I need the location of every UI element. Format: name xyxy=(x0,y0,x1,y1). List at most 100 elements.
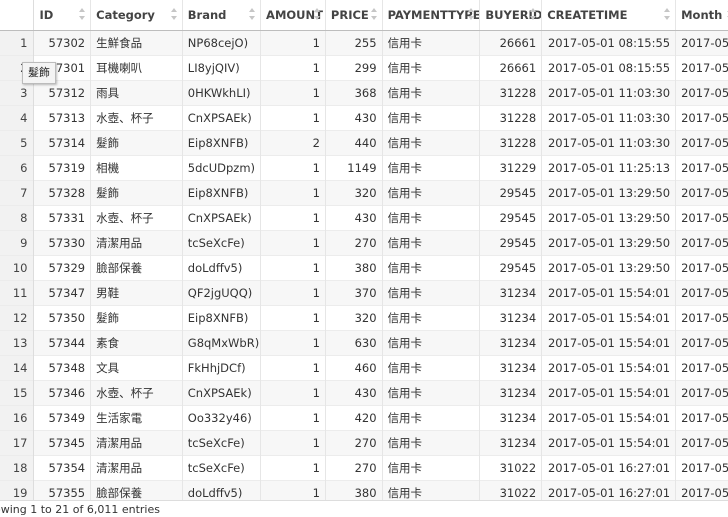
table-row[interactable]: 12 57350 髮飾 Eip8XNFB) 1 320 信用卡 31234 2017-05-01… xyxy=(0,305,728,331)
cell-brand[interactable]: CnXPSAEk) xyxy=(182,205,262,231)
cell-paymenttype[interactable]: 信用卡 xyxy=(382,255,481,281)
cell-month[interactable]: 2017-05 xyxy=(675,30,728,56)
cell-amount[interactable]: 1 xyxy=(260,305,326,331)
cell-amount[interactable]: 1 xyxy=(260,205,326,231)
cell-price[interactable]: 320 xyxy=(325,180,383,206)
cell-price[interactable]: 270 xyxy=(325,455,383,481)
cell-price[interactable]: 420 xyxy=(325,405,383,431)
cell-rownum[interactable]: 15 xyxy=(0,380,35,406)
column-header-brand[interactable]: Brand xyxy=(182,0,262,31)
cell-rownum[interactable]: 16 xyxy=(0,405,35,431)
cell-amount[interactable]: 1 xyxy=(260,80,326,106)
cell-rownum[interactable]: 6 xyxy=(0,155,35,181)
cell-brand[interactable]: tcSeXcFe) xyxy=(182,430,262,456)
cell-id[interactable]: 57346 xyxy=(33,380,92,406)
cell-createtime[interactable]: 2017-05-01 16:27:01 xyxy=(541,480,677,500)
cell-amount[interactable]: 1 xyxy=(260,155,326,181)
cell-buyerid[interactable]: 26661 xyxy=(479,30,543,56)
cell-rownum[interactable]: 17 xyxy=(0,430,35,456)
cell-rownum[interactable]: 11 xyxy=(0,280,35,306)
cell-rownum[interactable]: 14 xyxy=(0,355,35,381)
table-row[interactable]: 6 57319 相機 5dcUDpzm) 1 1149 信用卡 31229 2017-05-01… xyxy=(0,155,728,181)
cell-buyerid[interactable]: 29545 xyxy=(479,205,543,231)
table-row[interactable]: 14 57348 文具 FkHhjDCf) 1 460 信用卡 31234 2017-05-01… xyxy=(0,355,728,381)
cell-amount[interactable]: 1 xyxy=(260,30,326,56)
cell-paymenttype[interactable]: 信用卡 xyxy=(382,305,481,331)
table-row[interactable]: 10 57329 臉部保養 doLdffv5) 1 380 信用卡 29545 2017-05-… xyxy=(0,255,728,281)
cell-amount[interactable]: 1 xyxy=(260,455,326,481)
cell-month[interactable]: 2017-05 xyxy=(675,130,728,156)
cell-paymenttype[interactable]: 信用卡 xyxy=(382,80,481,106)
cell-paymenttype[interactable]: 信用卡 xyxy=(382,205,481,231)
cell-paymenttype[interactable]: 信用卡 xyxy=(382,105,481,131)
cell-price[interactable]: 460 xyxy=(325,355,383,381)
table-row[interactable]: 8 57331 水壺、杯子 CnXPSAEk) 1 430 信用卡 29545 2017-05-… xyxy=(0,205,728,231)
cell-amount[interactable]: 1 xyxy=(260,380,326,406)
cell-rownum[interactable]: 9 xyxy=(0,230,35,256)
cell-brand[interactable]: CnXPSAEk) xyxy=(182,380,262,406)
cell-rownum[interactable]: 10 xyxy=(0,255,35,281)
cell-createtime[interactable]: 2017-05-01 08:15:55 xyxy=(541,55,677,81)
cell-buyerid[interactable]: 29545 xyxy=(479,230,543,256)
cell-price[interactable]: 380 xyxy=(325,255,383,281)
cell-amount[interactable]: 1 xyxy=(260,405,326,431)
sort-arrows-icon[interactable] xyxy=(313,8,321,20)
cell-amount[interactable]: 1 xyxy=(260,105,326,131)
cell-rownum[interactable]: 3 xyxy=(0,80,35,106)
cell-price[interactable]: 630 xyxy=(325,330,383,356)
cell-id[interactable]: 57354 xyxy=(33,455,92,481)
cell-category[interactable]: 清潔用品 xyxy=(90,455,183,481)
table-row[interactable]: 17 57345 清潔用品 tcSeXcFe) 1 270 信用卡 31234 2017-05-… xyxy=(0,430,728,456)
table-row[interactable]: 18 57354 清潔用品 tcSeXcFe) 1 270 信用卡 31022 2017-05-… xyxy=(0,455,728,481)
cell-brand[interactable]: 0HKWkhLI) xyxy=(182,80,262,106)
cell-buyerid[interactable]: 31234 xyxy=(479,405,543,431)
cell-price[interactable]: 430 xyxy=(325,105,383,131)
cell-buyerid[interactable]: 31229 xyxy=(479,155,543,181)
cell-id[interactable]: 57331 xyxy=(33,205,92,231)
cell-price[interactable]: 430 xyxy=(325,205,383,231)
cell-amount[interactable]: 1 xyxy=(260,355,326,381)
cell-id[interactable]: 57330 xyxy=(33,230,92,256)
cell-category[interactable]: 髮飾 xyxy=(90,180,183,206)
cell-month[interactable]: 2017-05 xyxy=(675,205,728,231)
sort-arrows-icon[interactable] xyxy=(664,8,671,20)
cell-category[interactable]: 生鮮食品 xyxy=(90,30,183,56)
column-header-category[interactable]: Category xyxy=(90,0,183,31)
cell-createtime[interactable]: 2017-05-01 13:29:50 xyxy=(541,255,677,281)
cell-paymenttype[interactable]: 信用卡 xyxy=(382,130,481,156)
cell-price[interactable]: 320 xyxy=(325,305,383,331)
cell-month[interactable]: 2017-05 xyxy=(675,355,728,381)
cell-id[interactable]: 57313 xyxy=(33,105,92,131)
cell-rownum[interactable]: 13 xyxy=(0,330,35,356)
cell-createtime[interactable]: 2017-05-01 11:03:30 xyxy=(541,80,677,106)
cell-category[interactable]: 雨具 xyxy=(90,80,183,106)
cell-month[interactable]: 2017-05 xyxy=(675,80,728,106)
cell-paymenttype[interactable]: 信用卡 xyxy=(382,155,481,181)
table-row[interactable]: 15 57346 水壺、杯子 CnXPSAEk) 1 430 信用卡 31234 2017-05… xyxy=(0,380,728,406)
cell-createtime[interactable]: 2017-05-01 11:03:30 xyxy=(541,105,677,131)
cell-month[interactable]: 2017-05 xyxy=(675,480,728,500)
table-row[interactable]: 13 57344 素食 G8qMxWbR) 1 630 信用卡 31234 2017-05-01… xyxy=(0,330,728,356)
cell-amount[interactable]: 1 xyxy=(260,230,326,256)
cell-brand[interactable]: doLdffv5) xyxy=(182,255,262,281)
cell-price[interactable]: 270 xyxy=(325,430,383,456)
cell-createtime[interactable]: 2017-05-01 13:29:50 xyxy=(541,180,677,206)
sort-arrows-icon[interactable] xyxy=(468,8,475,20)
cell-buyerid[interactable]: 31234 xyxy=(479,355,543,381)
cell-buyerid[interactable]: 31234 xyxy=(479,330,543,356)
table-row[interactable]: 5 57314 髮飾 Eip8XNFB) 2 440 信用卡 31228 2017-05-01 … xyxy=(0,130,728,156)
cell-rownum[interactable]: 4 xyxy=(0,105,35,131)
cell-category[interactable]: 臉部保養 xyxy=(90,480,183,500)
cell-buyerid[interactable]: 29545 xyxy=(479,180,543,206)
cell-id[interactable]: 57348 xyxy=(33,355,92,381)
cell-paymenttype[interactable]: 信用卡 xyxy=(382,180,481,206)
cell-brand[interactable]: Eip8XNFB) xyxy=(182,305,262,331)
cell-paymenttype[interactable]: 信用卡 xyxy=(382,430,481,456)
cell-id[interactable]: 57355 xyxy=(33,480,92,500)
cell-category[interactable]: 清潔用品 xyxy=(90,230,183,256)
cell-id[interactable]: 57312 xyxy=(33,80,92,106)
cell-price[interactable]: 1149 xyxy=(325,155,383,181)
cell-id[interactable]: 57345 xyxy=(33,430,92,456)
cell-paymenttype[interactable]: 信用卡 xyxy=(382,355,481,381)
cell-month[interactable]: 2017-05 xyxy=(675,380,728,406)
